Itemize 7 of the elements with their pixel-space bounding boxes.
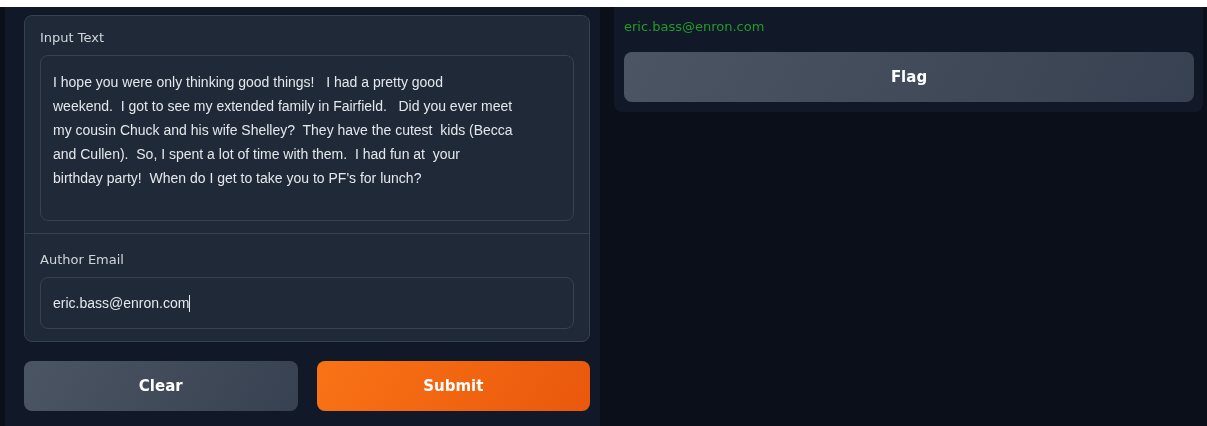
output-text: eric.bass@enron.com: [624, 19, 766, 34]
input-text-field[interactable]: I hope you were only thinking good things! I had a pretty good weekend. I got to see my extended family in Fairfield. Did you ever meet my cousin Chuck and his wife Shelley? They have the cutest kids (Becca and Cullen). So, I spent a lot of time with them. I had fun at your birthday party! When do I get to take you to PF's for lunch?: [40, 55, 574, 221]
author-email-label: Author Email: [40, 252, 125, 267]
author-email-field[interactable]: eric.bass@enron.com: [40, 277, 574, 329]
clear-button[interactable]: Clear: [24, 361, 298, 411]
flag-button[interactable]: Flag: [624, 52, 1194, 102]
input-text-label: Input Text: [40, 30, 106, 45]
